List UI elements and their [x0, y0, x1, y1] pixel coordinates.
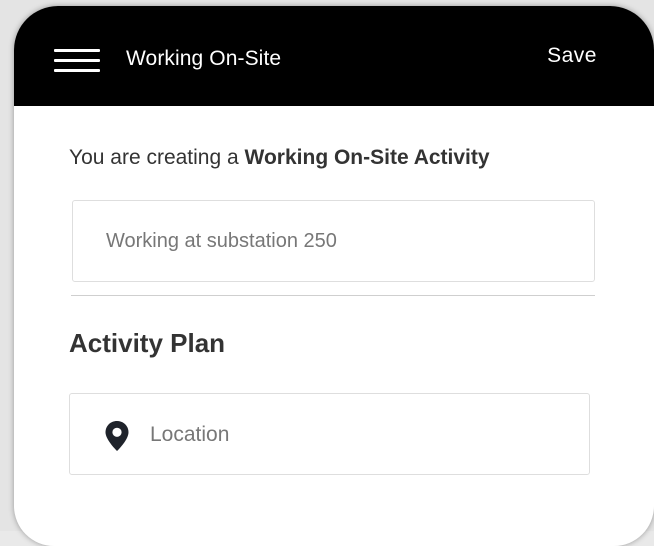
divider — [71, 295, 595, 296]
location-placeholder: Location — [150, 423, 230, 446]
menu-line — [54, 59, 100, 62]
activity-name-field[interactable] — [72, 200, 595, 282]
hamburger-menu-icon[interactable] — [54, 46, 100, 74]
screen-frame: Working On-Site Save You are creating a … — [0, 0, 654, 546]
intro-text: You are creating a Working On-Site Activ… — [69, 146, 490, 170]
intro-activity-type: Working On-Site Activity — [244, 146, 490, 169]
activity-name-input[interactable] — [73, 201, 594, 281]
map-pin-icon — [105, 421, 129, 451]
section-title-activity-plan: Activity Plan — [69, 328, 226, 358]
intro-prefix: You are creating a — [69, 146, 245, 169]
page-title: Working On-Site — [126, 47, 282, 70]
app-bar: Working On-Site Save — [14, 6, 654, 106]
menu-line — [54, 49, 100, 52]
app-window: Working On-Site Save You are creating a … — [14, 6, 654, 546]
save-button[interactable]: Save — [547, 44, 597, 68]
location-field[interactable]: Location — [69, 393, 590, 475]
menu-line — [54, 69, 100, 72]
